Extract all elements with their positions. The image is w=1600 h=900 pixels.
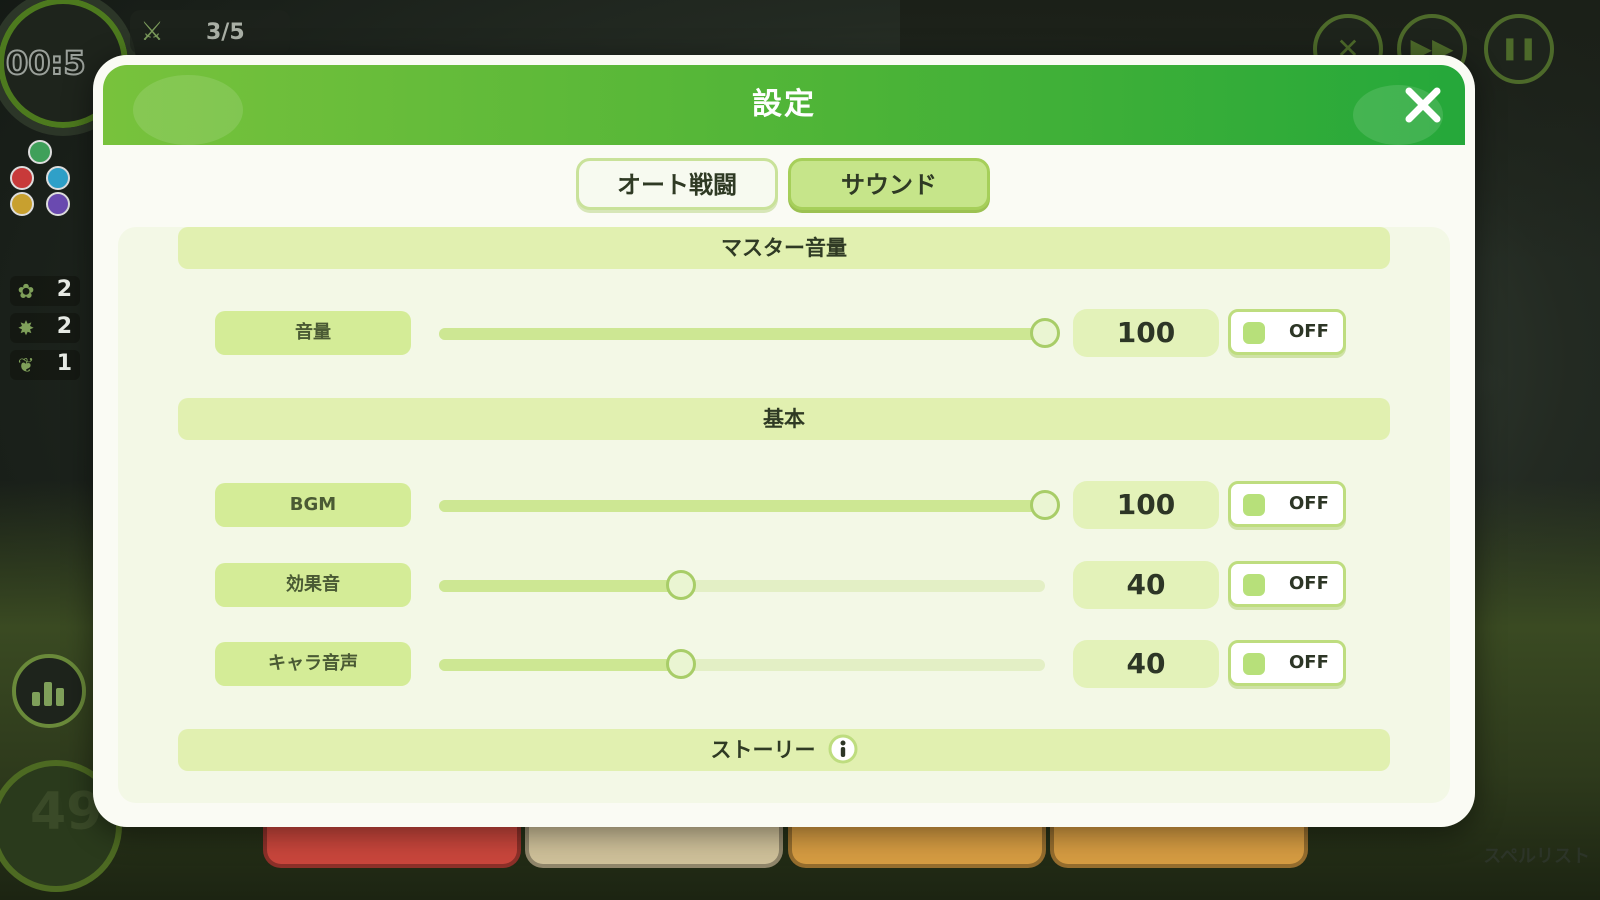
unit-count-value: 2: [56, 314, 72, 339]
element-chart: [10, 140, 70, 220]
bgm-slider[interactable]: [439, 490, 1060, 520]
slider-handle[interactable]: [1030, 490, 1060, 520]
sfx-value: 40: [1073, 561, 1219, 609]
tab-bar: オート戦闘 サウンド: [576, 158, 996, 212]
slider-handle[interactable]: [666, 649, 697, 679]
leaf-icon: ✸: [17, 316, 35, 340]
volume-row-sfx: 効果音 40 OFF: [118, 561, 1450, 609]
row-label: キャラ音声: [215, 642, 411, 686]
row-label: 音量: [215, 311, 411, 355]
voice-value: 40: [1073, 640, 1219, 688]
info-icon[interactable]: [828, 734, 858, 764]
dark-element-icon: [46, 192, 70, 216]
toggle-indicator: [1243, 574, 1265, 596]
sound-settings-panel: マスター音量 音量 100 OFF 基本 BGM 100 OFF 効果音 40 …: [118, 227, 1450, 803]
stats-button[interactable]: [12, 654, 86, 728]
slider-handle[interactable]: [1030, 318, 1060, 348]
toggle-label: OFF: [1289, 573, 1329, 594]
light-element-icon: [10, 192, 34, 216]
volume-row-bgm: BGM 100 OFF: [118, 481, 1450, 529]
unit-count-value: 1: [56, 351, 72, 376]
slider-fill: [439, 659, 682, 671]
volume-row-voice: キャラ音声 40 OFF: [118, 640, 1450, 688]
toggle-indicator: [1243, 322, 1265, 344]
toggle-label: OFF: [1289, 321, 1329, 342]
unit-count-2: ✸ 2: [10, 313, 80, 343]
wind-element-icon: [28, 140, 52, 164]
section-story-label: ストーリー: [710, 738, 816, 762]
tab-sound[interactable]: サウンド: [788, 158, 990, 210]
unit-count-value: 2: [56, 277, 72, 302]
mute-toggle[interactable]: OFF: [1228, 481, 1346, 527]
section-master-volume: マスター音量: [178, 227, 1390, 269]
mute-toggle[interactable]: OFF: [1228, 309, 1346, 355]
bar-chart-icon-bar: [44, 682, 52, 706]
slider-fill: [439, 328, 1045, 340]
mute-toggle[interactable]: OFF: [1228, 561, 1346, 607]
slider-handle[interactable]: [666, 570, 697, 600]
toggle-indicator: [1243, 494, 1265, 516]
spell-list-button[interactable]: スペルリスト: [1470, 780, 1590, 880]
section-story: ストーリー: [178, 729, 1390, 771]
mute-toggle[interactable]: OFF: [1228, 640, 1346, 686]
close-icon: [1405, 87, 1441, 123]
bar-chart-icon-bar: [56, 688, 64, 706]
unit-count-3: ❦ 1: [10, 350, 80, 380]
wave-counter: ⚔ 3/5: [130, 10, 290, 54]
water-element-icon: [46, 166, 70, 190]
toggle-label: OFF: [1289, 652, 1329, 673]
bar-chart-icon: [32, 692, 40, 706]
toggle-indicator: [1243, 653, 1265, 675]
tab-auto-battle[interactable]: オート戦闘: [576, 158, 778, 210]
crossed-swords-icon: ⚔: [140, 17, 164, 47]
dialog-header: 設定: [103, 65, 1465, 145]
dialog-title: 設定: [752, 87, 816, 122]
sfx-slider[interactable]: [439, 570, 1045, 600]
bgm-value: 100: [1073, 481, 1219, 529]
unit-count-1: ✿ 2: [10, 276, 80, 306]
slider-fill: [439, 500, 1045, 512]
voice-slider[interactable]: [439, 649, 1045, 679]
volume-value: 100: [1073, 309, 1219, 357]
leaf-icon: ✿: [17, 279, 35, 303]
leaf-icon: ❦: [17, 353, 35, 377]
row-label: BGM: [215, 483, 411, 527]
wave-text: 3/5: [206, 20, 245, 45]
settings-dialog: 設定 オート戦闘 サウンド マスター音量 音量 100 OFF 基本 BGM 1…: [93, 55, 1475, 827]
volume-slider[interactable]: [439, 318, 1060, 348]
spell-list-label: スペルリスト: [1483, 846, 1590, 867]
volume-row-master: 音量 100 OFF: [118, 309, 1450, 357]
slider-fill: [439, 580, 682, 592]
close-button[interactable]: [1401, 83, 1445, 127]
pause-button[interactable]: ❚❚: [1484, 14, 1554, 84]
row-label: 効果音: [215, 563, 411, 607]
toggle-label: OFF: [1289, 493, 1329, 514]
fire-element-icon: [10, 166, 34, 190]
section-basic: 基本: [178, 398, 1390, 440]
mana-value: 49: [30, 782, 103, 842]
timer-text: 00:5: [5, 43, 87, 83]
